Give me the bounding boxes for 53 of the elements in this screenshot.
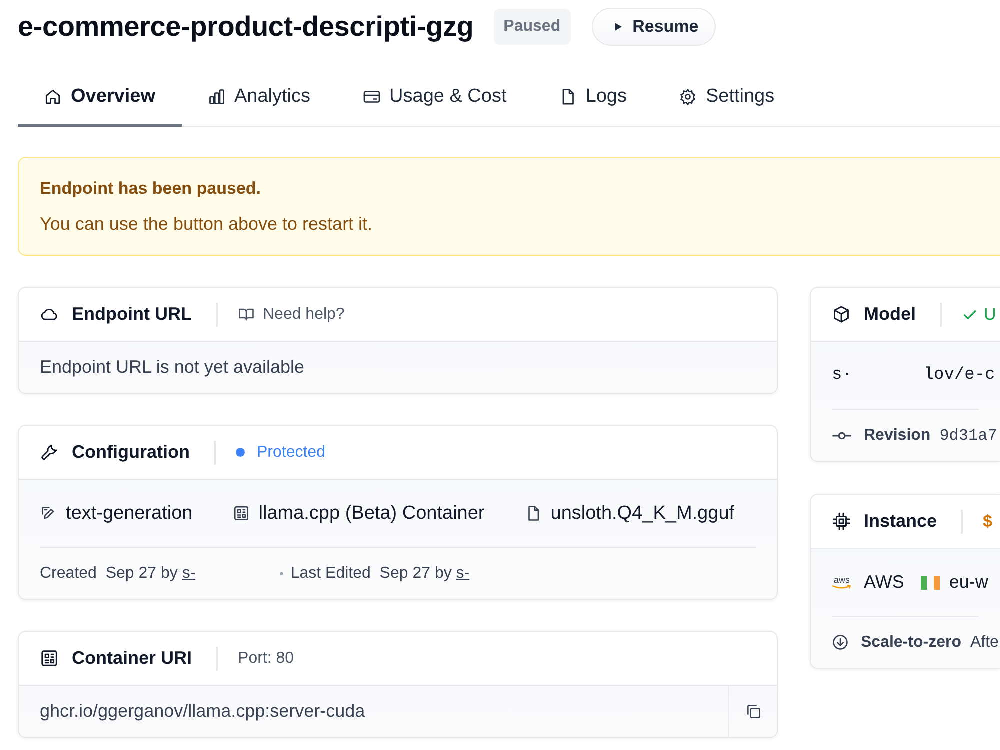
tab[interactable]: Usage & Cost: [336, 70, 533, 127]
card-title: Container URI: [72, 648, 192, 669]
provider-logo: aws: [832, 576, 852, 590]
status-badge: Paused: [494, 9, 571, 45]
book-icon: [238, 306, 255, 323]
card-title: Endpoint URL: [72, 304, 192, 325]
revision-label: Revision: [864, 426, 931, 444]
config-value: unsloth.Q4_K_M.gguf: [550, 502, 735, 524]
bullet-separator: •: [280, 566, 284, 580]
port-label: Port: 80: [238, 650, 294, 668]
arrow-down-circle-icon: [832, 634, 849, 651]
status-dot: [236, 448, 245, 457]
endpoint-url-message: Endpoint URL is not yet available: [40, 357, 304, 378]
copy-icon: [744, 703, 762, 720]
wrench-icon: [40, 443, 59, 462]
price-label: $: [983, 512, 992, 532]
tab[interactable]: Logs: [532, 70, 653, 127]
config-value: text-generation: [66, 502, 193, 524]
user-link[interactable]: s-: [456, 564, 470, 582]
container-icon: [232, 505, 250, 522]
home-icon: [44, 88, 62, 106]
chip-icon: [832, 512, 851, 531]
cube-icon: [832, 305, 851, 324]
user-link[interactable]: s-: [182, 564, 196, 582]
tab[interactable]: Settings: [652, 70, 801, 127]
config-value: llama.cpp (Beta) Container: [258, 502, 485, 524]
alert-title: Endpoint has been paused.: [40, 178, 262, 200]
credit-card-icon: [362, 88, 381, 106]
model-status: U: [984, 304, 996, 324]
card-title: Configuration: [72, 442, 190, 463]
card-title: Model: [864, 304, 916, 325]
created-info: Created Sep 27 by s-: [40, 564, 196, 582]
provider-name: AWS: [864, 572, 904, 593]
help-link[interactable]: Need help?: [238, 306, 345, 324]
alert-message: You can use the button above to restart it.: [40, 213, 374, 235]
settings-icon: [678, 88, 697, 106]
model-repository: s· lov/e-c: [832, 366, 996, 385]
card-title: Instance: [864, 511, 938, 532]
scale-to-zero-value: Afte: [970, 634, 999, 652]
tab[interactable]: Analytics: [182, 70, 337, 127]
container-icon: [40, 649, 59, 668]
security-status: Protected: [256, 444, 326, 462]
pencil-icon: [40, 505, 57, 522]
flag-icon: [921, 576, 940, 590]
resume-button[interactable]: Resume: [592, 8, 716, 46]
last-edited-info: Last Edited Sep 27 by s-: [290, 564, 470, 582]
container-uri: ghcr.io/ggerganov/llama.cpp:server-cuda: [39, 700, 366, 723]
revision-hash: 9d31a7: [940, 426, 998, 444]
region-name: eu-w: [949, 572, 988, 593]
bar-chart-icon: [208, 88, 226, 106]
endpoint-title: e-commerce-product-descripti-gzg: [18, 11, 474, 43]
scale-to-zero-label: Scale-to-zero: [861, 634, 962, 652]
tab[interactable]: Overview: [18, 70, 182, 127]
